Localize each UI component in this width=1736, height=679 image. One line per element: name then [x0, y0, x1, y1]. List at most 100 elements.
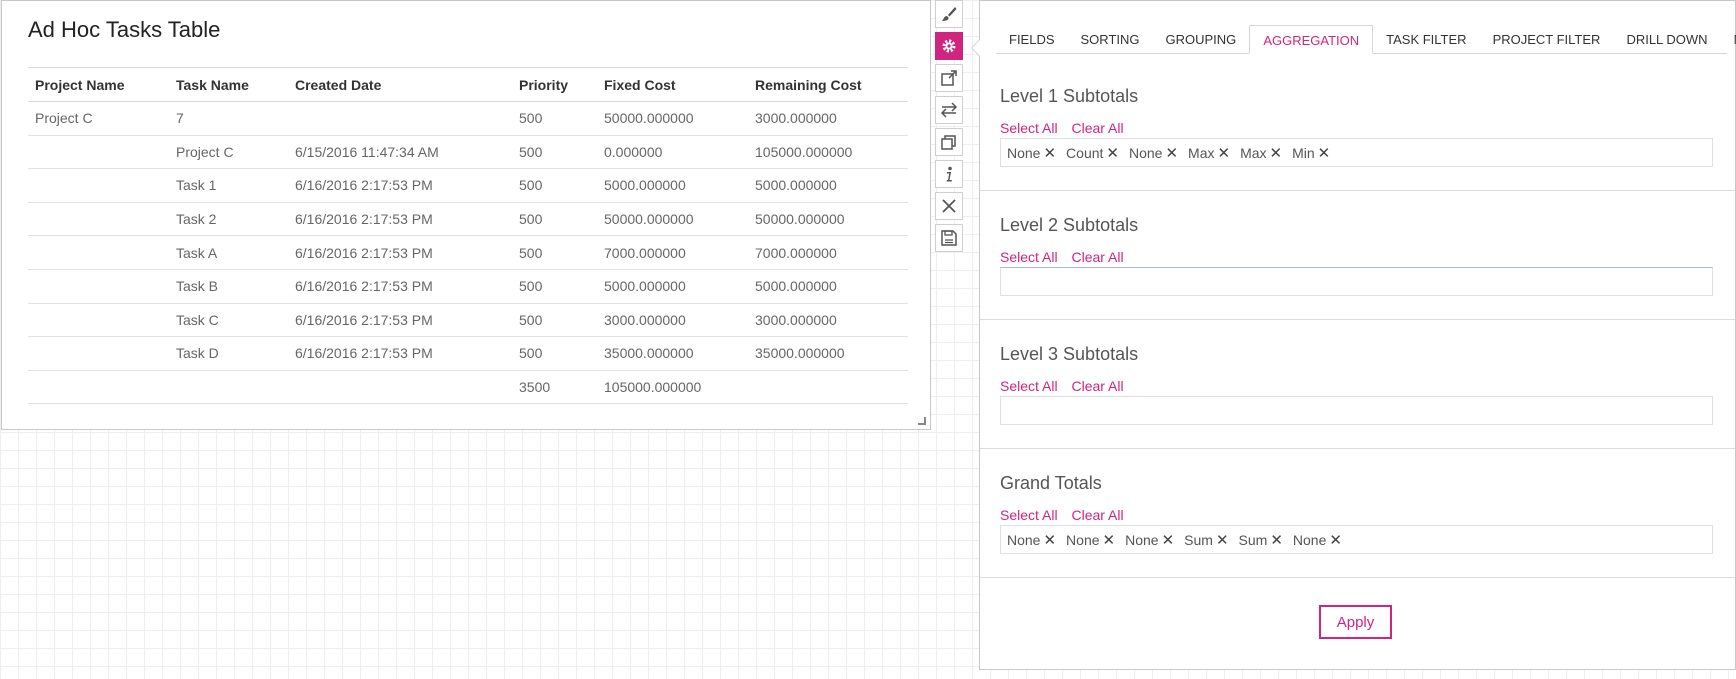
remove-chip-icon[interactable]: ✕ [1162, 531, 1175, 549]
swap-button[interactable] [935, 96, 963, 124]
column-header: Remaining Cost [748, 67, 908, 102]
level-2-subtotals-section: Level 2 Subtotals Select All Clear All [980, 191, 1735, 320]
select-all-link[interactable]: Select All [1000, 120, 1058, 136]
tab-grouping[interactable]: GROUPING [1153, 25, 1250, 54]
aggregation-input[interactable]: None ✕ None ✕ None ✕ Sum ✕ Sum ✕ None ✕ [1000, 525, 1713, 554]
remove-chip-icon[interactable]: ✕ [1103, 531, 1116, 549]
aggregation-chip: None ✕ [1007, 531, 1056, 549]
table-cell [169, 370, 288, 405]
clear-all-link[interactable]: Clear All [1071, 507, 1123, 523]
table-cell [28, 370, 169, 405]
table-cell: 500 [512, 303, 597, 338]
level-1-subtotals-section: Level 1 Subtotals Select All Clear All N… [980, 61, 1735, 191]
table-cell: 6/16/2016 2:17:53 PM [288, 303, 512, 338]
style-button[interactable] [935, 0, 963, 28]
level-3-subtotals-section: Level 3 Subtotals Select All Clear All [980, 320, 1735, 449]
remove-chip-icon[interactable]: ✕ [1043, 531, 1056, 549]
section-title: Level 1 Subtotals [1000, 86, 1139, 106]
section-links: Select All Clear All [1000, 249, 1134, 265]
table-cell [288, 370, 512, 405]
tab-misc[interactable]: MISC [1721, 25, 1736, 54]
tab-sorting[interactable]: SORTING [1068, 25, 1153, 54]
table-cell [28, 135, 169, 170]
table-cell [28, 235, 169, 270]
table-row: Task B 6/16/2016 2:17:53 PM 500 5000.000000… [28, 269, 908, 304]
clear-all-link[interactable]: Clear All [1071, 120, 1123, 136]
chip-label: None [1125, 531, 1159, 548]
info-button[interactable] [935, 160, 963, 188]
aggregation-input[interactable] [1000, 267, 1713, 296]
table-cell [288, 101, 512, 136]
grand-totals-section: Grand Totals Select All Clear All None ✕ N… [980, 449, 1735, 578]
remove-chip-icon[interactable]: ✕ [1270, 144, 1283, 162]
tasks-table: Project Name Task Name Created Date Priorit… [28, 67, 908, 405]
remove-chip-icon[interactable]: ✕ [1216, 531, 1229, 549]
tab-fields[interactable]: FIELDS [996, 25, 1068, 54]
table-cell: 50000.000000 [597, 101, 748, 136]
table-cell: 500 [512, 135, 597, 170]
gear-icon [942, 39, 956, 53]
tab-project-filter[interactable]: PROJECT FILTER [1480, 25, 1614, 54]
table-cell [28, 269, 169, 304]
brush-icon [942, 7, 957, 21]
table-cell [28, 336, 169, 371]
chip-label: None [1128, 144, 1163, 161]
table-cell: 500 [512, 202, 597, 237]
tab-drill-down[interactable]: DRILL DOWN [1613, 25, 1720, 54]
remove-chip-icon[interactable]: ✕ [1329, 531, 1342, 549]
remove-chip-icon[interactable]: ✕ [1165, 144, 1178, 162]
chip-label: Max [1188, 144, 1215, 161]
duplicate-button[interactable] [935, 128, 963, 156]
table-cell: 6/16/2016 2:17:53 PM [288, 269, 512, 304]
remove-chip-icon[interactable]: ✕ [1217, 144, 1230, 162]
remove-chip-icon[interactable]: ✕ [1106, 144, 1119, 162]
remove-button[interactable] [935, 192, 963, 220]
select-all-link[interactable]: Select All [1000, 378, 1058, 394]
tab-task-filter[interactable]: TASK FILTER [1373, 25, 1479, 54]
table-row: Task A 6/16/2016 2:17:53 PM 500 7000.000000… [28, 235, 908, 270]
close-icon [942, 199, 956, 213]
select-all-link[interactable]: Select All [1000, 507, 1058, 523]
table-row: Task D 6/16/2016 2:17:53 PM 500 35000.00000… [28, 336, 908, 371]
table-cell [28, 168, 169, 203]
aggregation-input[interactable]: None ✕ Count ✕ None ✕ Max ✕ Max ✕ Min ✕ [1000, 138, 1713, 167]
clear-all-link[interactable]: Clear All [1071, 249, 1123, 265]
section-title: Level 2 Subtotals [1000, 215, 1139, 235]
table-cell: 7 [169, 101, 288, 136]
external-link-icon [941, 70, 957, 86]
save-button[interactable] [935, 224, 963, 252]
table-cell: 3500 [512, 370, 597, 405]
table-row: Task 1 6/16/2016 2:17:53 PM 500 5000.000000… [28, 168, 908, 203]
table-cell: 35000.000000 [748, 336, 908, 371]
aggregation-chip: None ✕ [1066, 531, 1115, 549]
resize-handle[interactable] [918, 417, 926, 425]
table-title: Ad Hoc Tasks Table [28, 17, 221, 42]
section-links: Select All Clear All [1000, 378, 1134, 394]
aggregation-input[interactable] [1000, 396, 1713, 425]
open-external-button[interactable] [935, 64, 963, 92]
chip-label: None [1292, 531, 1327, 548]
table-cell: 50000.000000 [597, 202, 748, 237]
clear-all-link[interactable]: Clear All [1071, 378, 1123, 394]
chip-label: None [1007, 531, 1041, 548]
remove-chip-icon[interactable]: ✕ [1043, 144, 1056, 162]
table-cell: Task 2 [169, 202, 288, 237]
table-cell: 500 [512, 168, 597, 203]
column-header: Priority [512, 67, 597, 102]
table-cell: 105000.000000 [748, 135, 908, 170]
settings-button[interactable] [935, 32, 963, 60]
select-all-link[interactable]: Select All [1000, 249, 1058, 265]
tab-aggregation[interactable]: AGGREGATION [1249, 25, 1374, 54]
chip-label: None [1007, 144, 1041, 161]
aggregation-chip: None ✕ [1007, 144, 1056, 162]
apply-button[interactable]: Apply [1319, 605, 1392, 639]
table-cell: 500 [512, 336, 597, 371]
remove-chip-icon[interactable]: ✕ [1318, 144, 1331, 162]
table-cell: 6/15/2016 11:47:34 AM [288, 135, 512, 170]
chip-label: Min [1292, 144, 1315, 161]
remove-chip-icon[interactable]: ✕ [1270, 531, 1283, 549]
chip-label: None [1066, 531, 1100, 548]
ad-hoc-table-panel: Ad Hoc Tasks Table Project Name Task Name… [1, 0, 931, 430]
table-cell [748, 370, 908, 405]
table-row: Task C 6/16/2016 2:17:53 PM 500 3000.000000… [28, 303, 908, 338]
